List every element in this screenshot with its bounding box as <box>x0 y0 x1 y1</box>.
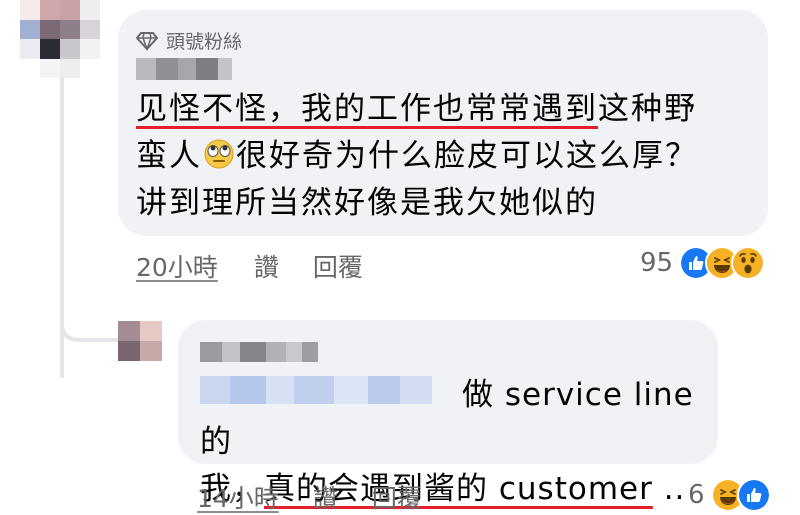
comment-bubble: 頭號粉絲 见怪不怪，我的工作也常常遇到这种野蛮人 很好奇为什么脸皮可以这么厚？ 讲到… <box>118 10 768 236</box>
top-fan-badge[interactable]: 頭號粉絲 <box>136 27 242 54</box>
comment-text-segment: 蛮人 <box>136 138 202 174</box>
reaction-count: 6 <box>688 480 705 510</box>
commenter-avatar[interactable] <box>20 0 100 78</box>
comment-text: 见怪不怪，我的工作也常常遇到这种野蛮人 很好奇为什么脸皮可以这么厚？ 讲到理所当然好… <box>136 86 766 227</box>
like-button[interactable]: 讚 <box>254 248 279 284</box>
reply-reaction-summary[interactable]: 6 <box>688 478 771 512</box>
underlined-text: 见怪不怪，我的工作也常常遇到 <box>136 91 598 127</box>
like-button[interactable]: 讚 <box>313 479 338 515</box>
face-with-rolling-eyes-icon <box>204 139 234 169</box>
reply-text-segment: 做 service line 的 <box>200 377 694 460</box>
reaction-count: 95 <box>640 248 674 278</box>
reply-button[interactable]: 回覆 <box>313 248 363 284</box>
reply-timestamp[interactable]: 14小時 <box>197 479 279 515</box>
comment-text-segment: 这种野 <box>598 91 697 127</box>
comment-text-segment: 讲到理所当然好像是我欠她似的 <box>136 185 598 221</box>
reply-thread-curve <box>60 300 118 342</box>
reaction-summary[interactable]: 95 <box>640 246 766 280</box>
reply-commenter-name[interactable] <box>200 342 318 362</box>
reply-avatar[interactable] <box>118 321 162 361</box>
reply-actions: 14小時 讚 回覆 <box>197 479 422 515</box>
comment-actions: 20小時 讚 回覆 <box>136 248 363 284</box>
comment-timestamp[interactable]: 20小時 <box>136 248 218 284</box>
reply-bubble: 做 service line 的我，真的会遇到酱的 customer .. <box>178 320 718 507</box>
reply-text-segment: .. <box>652 471 686 507</box>
wow-icon <box>731 246 766 280</box>
reply-button[interactable]: 回覆 <box>372 479 422 515</box>
comment-text-segment: 很好奇为什么脸皮可以这么厚？ <box>236 138 698 174</box>
diamond-icon <box>136 31 158 51</box>
commenter-name[interactable] <box>136 58 232 80</box>
top-fan-label: 頭號粉絲 <box>166 31 243 53</box>
like-icon <box>736 478 771 512</box>
